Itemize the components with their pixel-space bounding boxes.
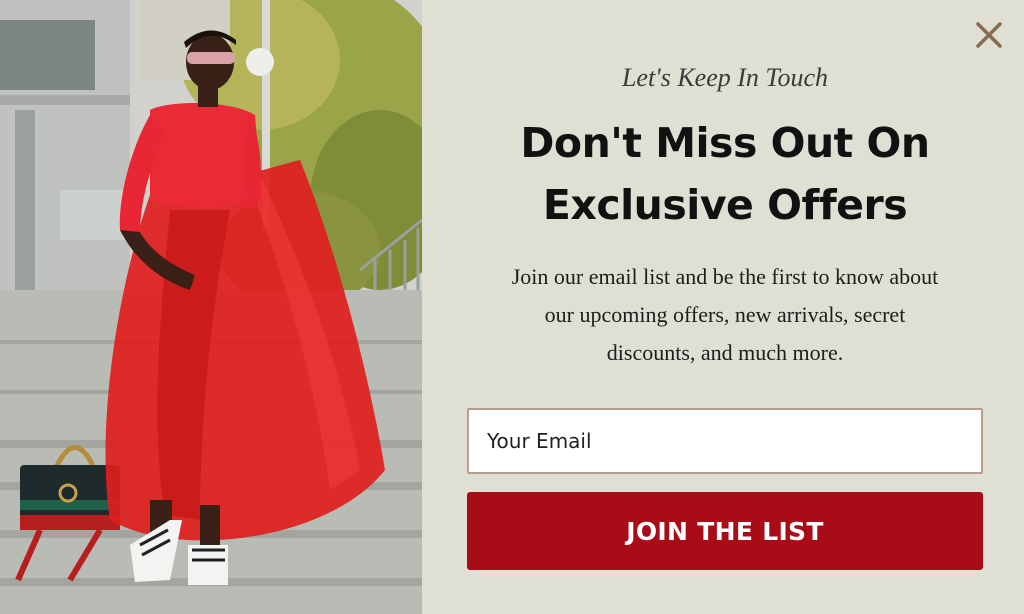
popup-headline: Don't Miss Out On Exclusive Offers: [467, 112, 983, 236]
email-signup-popup: Let's Keep In Touch Don't Miss Out On Ex…: [0, 0, 1024, 614]
hero-photo: [0, 0, 422, 614]
description-line-1: Join our email list and be the first to …: [511, 264, 939, 289]
close-button[interactable]: [974, 20, 1004, 50]
popup-description: Join our email list and be the first to …: [467, 258, 983, 372]
join-the-list-button[interactable]: JOIN THE LIST: [467, 492, 983, 570]
headline-line-1: Don't Miss Out On: [520, 119, 930, 167]
signup-content-panel: Let's Keep In Touch Don't Miss Out On Ex…: [422, 0, 1024, 614]
headline-line-2: Exclusive Offers: [542, 181, 908, 229]
eyebrow-text: Let's Keep In Touch: [621, 63, 829, 92]
description-line-3: discounts, and much more.: [606, 340, 844, 365]
description-line-2: our upcoming offers, new arrivals, secre…: [544, 302, 906, 327]
close-x-icon: [976, 22, 1002, 48]
hero-image: [0, 0, 422, 614]
email-input[interactable]: [467, 408, 983, 474]
